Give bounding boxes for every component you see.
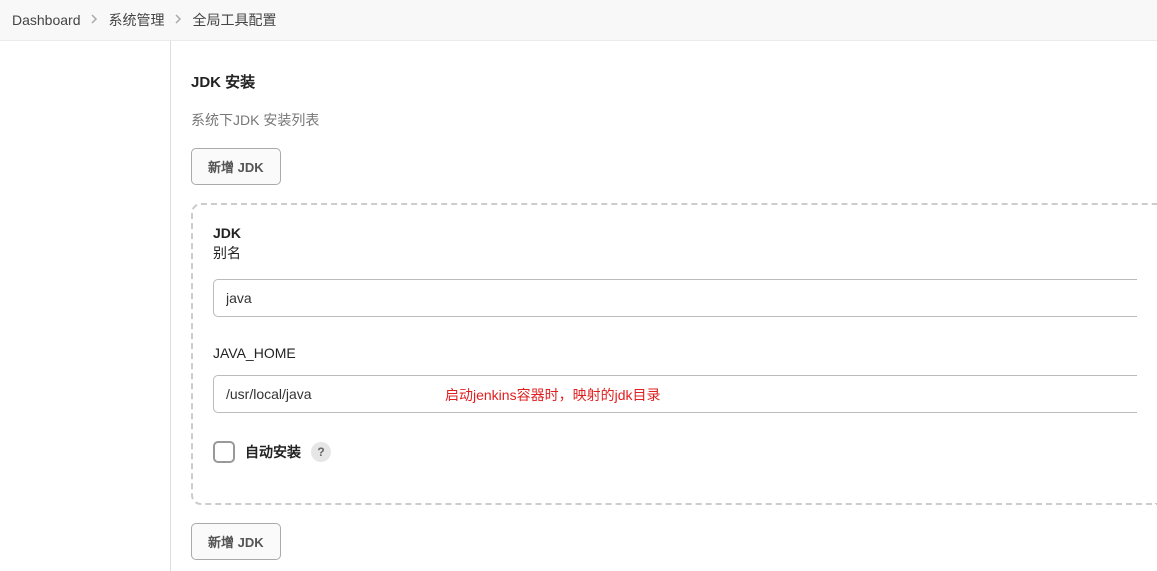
help-icon[interactable]: ? (311, 442, 331, 462)
section-subtitle: 系统下JDK 安装列表 (191, 110, 1157, 130)
alias-input-row (213, 279, 1137, 317)
chevron-right-icon (175, 13, 183, 27)
alias-label: 别名 (213, 243, 1137, 263)
footer-add-row: 新增 JDK (191, 523, 1157, 560)
section-title: JDK 安装 (191, 71, 1157, 92)
java-home-input-row: 启动jenkins容器时，映射的jdk目录 (213, 375, 1137, 413)
alias-input[interactable] (213, 279, 1137, 317)
jdk-config-panel: JDK 别名 JAVA_HOME 启动jenkins容器时，映射的jdk目录 自… (191, 203, 1157, 505)
breadcrumb-global-tool-config[interactable]: 全局工具配置 (193, 10, 277, 30)
auto-install-checkbox[interactable] (213, 441, 235, 463)
add-jdk-button[interactable]: 新增 JDK (191, 148, 281, 185)
breadcrumb-dashboard[interactable]: Dashboard (12, 12, 81, 28)
java-home-input[interactable] (213, 375, 1137, 413)
main-content: JDK 安装 系统下JDK 安装列表 新增 JDK JDK 别名 JAVA_HO… (170, 41, 1157, 571)
breadcrumb: Dashboard 系统管理 全局工具配置 (0, 0, 1157, 41)
auto-install-row: 自动安装 ? (213, 441, 1137, 463)
chevron-right-icon (91, 13, 99, 27)
jdk-heading: JDK (213, 225, 1137, 241)
auto-install-label: 自动安装 (245, 442, 301, 462)
add-jdk-button-bottom[interactable]: 新增 JDK (191, 523, 281, 560)
breadcrumb-system-manage[interactable]: 系统管理 (109, 10, 165, 30)
java-home-label: JAVA_HOME (213, 345, 1137, 361)
